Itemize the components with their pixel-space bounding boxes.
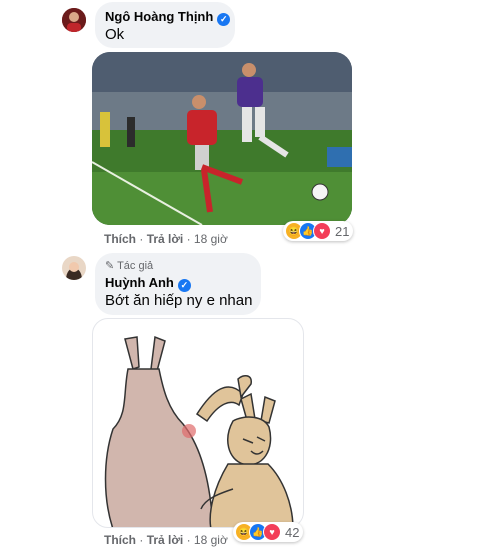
kangaroo-sticker: [104, 335, 294, 527]
verified-badge-icon: ✓: [177, 279, 191, 292]
author-name[interactable]: Ngô Hoàng Thịnh: [105, 9, 213, 24]
microphone-icon: ✎: [105, 260, 115, 272]
commenter-avatar[interactable]: [62, 8, 86, 32]
author-name[interactable]: Huỳnh Anh: [105, 275, 174, 290]
commenter-avatar[interactable]: [62, 256, 86, 280]
reactions-summary[interactable]: 😆 👍 ♥ 21: [283, 221, 354, 241]
reply-link[interactable]: Trả lời: [147, 232, 184, 246]
comment-author[interactable]: Huỳnh Anh ✓: [105, 275, 191, 292]
football-photo: [92, 52, 352, 225]
reaction-count: 42: [285, 524, 300, 540]
comment-author[interactable]: Ngô Hoàng Thịnh ✓: [105, 9, 231, 26]
comment-text: Ok: [105, 26, 125, 43]
comment-sticker[interactable]: [92, 318, 304, 528]
love-icon: ♥: [313, 222, 331, 240]
separator: ·: [186, 232, 194, 246]
reply-link[interactable]: Trả lời: [147, 533, 184, 547]
comment-actions: Thích · Trả lời · 18 giờ: [104, 533, 228, 547]
reactions-summary[interactable]: 😆 👍 ♥ 42: [233, 522, 304, 542]
comment-text: Bớt ăn hiếp ny e nhan: [105, 292, 253, 309]
separator: ·: [139, 232, 147, 246]
like-link[interactable]: Thích: [104, 533, 136, 547]
comment-timestamp[interactable]: 18 giờ: [194, 232, 228, 246]
verified-badge-icon: ✓: [217, 13, 231, 26]
love-icon: ♥: [263, 523, 281, 541]
comment-attached-photo[interactable]: [92, 52, 352, 225]
author-badge: ✎ Tác giả: [105, 259, 153, 272]
comment-bubble: ✎ Tác giả Huỳnh Anh ✓ Bớt ăn hiếp ny e nh…: [95, 253, 261, 315]
comment-timestamp[interactable]: 18 giờ: [194, 533, 228, 547]
author-badge-label: Tác giả: [117, 260, 154, 272]
avatar-image: [62, 256, 86, 280]
separator: ·: [139, 533, 147, 547]
separator: ·: [186, 533, 194, 547]
comment-actions: Thích · Trả lời · 18 giờ: [104, 232, 228, 246]
avatar-image: [62, 8, 86, 32]
reaction-count: 21: [335, 223, 350, 239]
comment-bubble: Ngô Hoàng Thịnh ✓ Ok: [95, 2, 235, 48]
like-link[interactable]: Thích: [104, 232, 136, 246]
